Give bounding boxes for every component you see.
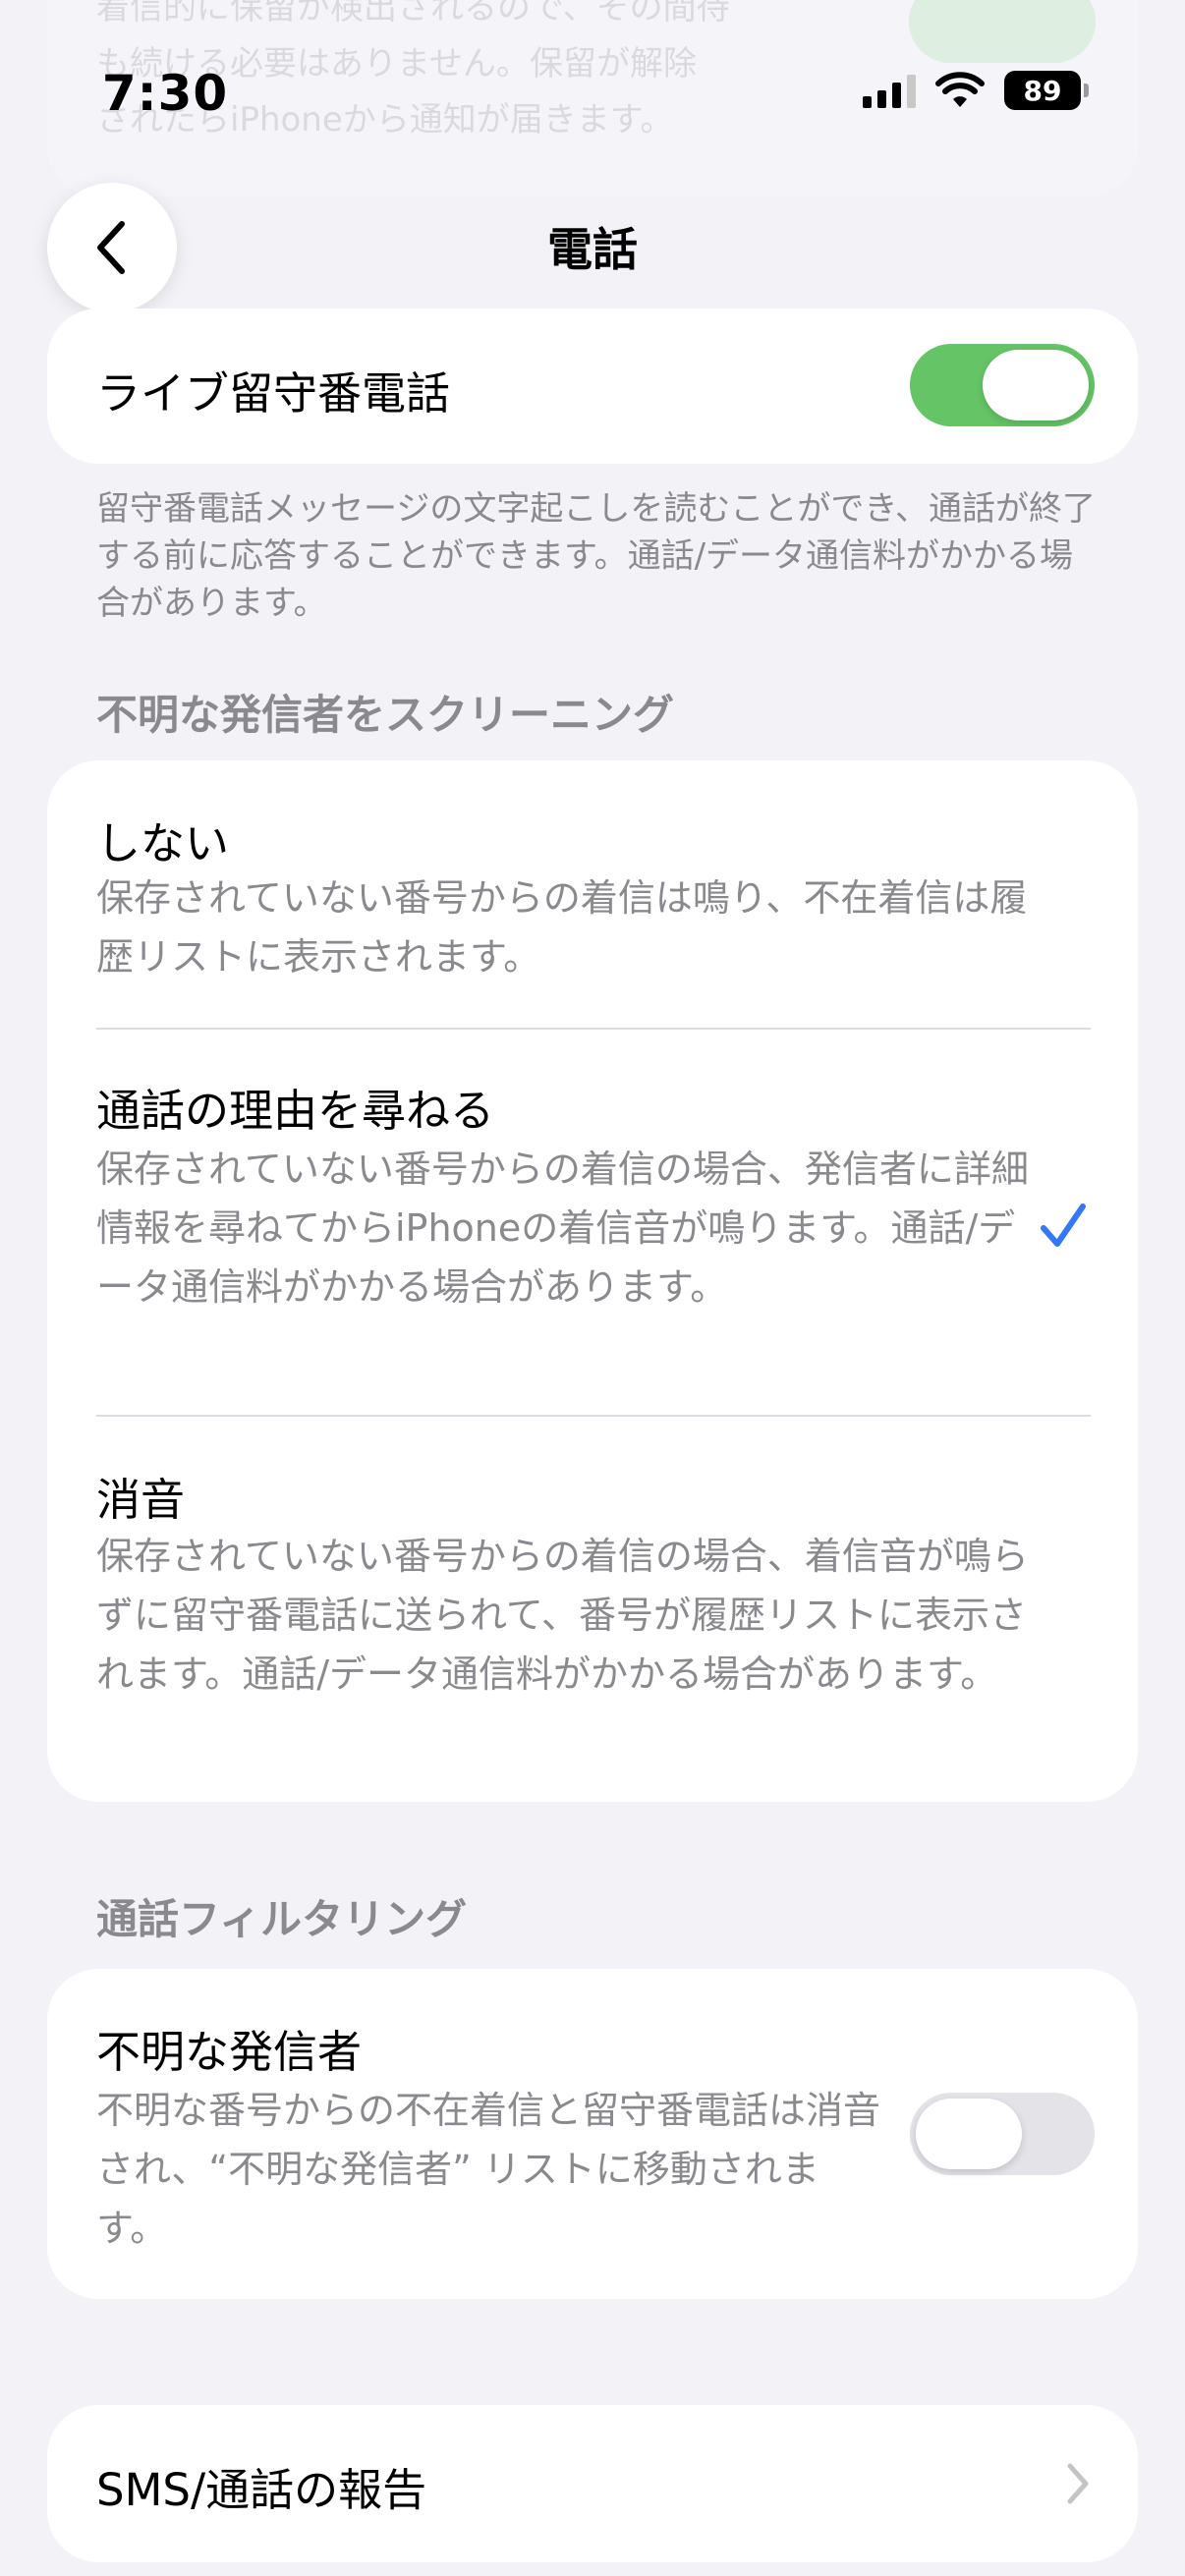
unknown-callers-description: 不明な番号からの不在着信と留守番電話は消音され、“不明な発信者” リストに移動さ… bbox=[96, 2089, 881, 2250]
cellular-signal-icon bbox=[863, 73, 916, 108]
option-description: 保存されていない番号からの着信の場合、着信音が鳴らずに留守番電話に送られて、番号… bbox=[96, 1535, 1029, 1696]
sms-report-label: SMS/通話の報告 bbox=[96, 2464, 427, 2516]
battery-icon: 89 bbox=[1004, 71, 1089, 110]
checkmark-icon bbox=[1041, 1204, 1086, 1247]
filtering-card: 不明な発信者 不明な番号からの不在着信と留守番電話は消音され、“不明な発信者” … bbox=[47, 1969, 1138, 2299]
option-description: 保存されていない番号からの着信の場合、発信者に詳細情報を尋ねてからiPhoneの… bbox=[96, 1148, 1029, 1309]
status-time: 7:30 bbox=[101, 65, 229, 122]
divider bbox=[96, 1415, 1091, 1417]
divider bbox=[96, 1028, 1091, 1030]
page-title: 電話 bbox=[547, 223, 638, 276]
sms-report-row[interactable]: SMS/通話の報告 bbox=[47, 2405, 1138, 2562]
option-description: 保存されていない番号からの着信は鳴り、不在着信は履歴リストに表示されます。 bbox=[96, 876, 1028, 979]
screening-section-header: 不明な発信者をスクリーニング bbox=[96, 691, 675, 739]
battery-level: 89 bbox=[1023, 74, 1062, 107]
option-title: しない bbox=[96, 817, 230, 869]
live-voicemail-footer: 留守番電話メッセージの文字起こしを読むことができ、通話が終了する前に応答すること… bbox=[96, 489, 1096, 623]
chevron-right-icon bbox=[1067, 2463, 1089, 2504]
chevron-left-icon bbox=[97, 221, 125, 274]
live-voicemail-card: ライブ留守番電話 bbox=[47, 308, 1138, 464]
unknown-callers-toggle[interactable] bbox=[910, 2093, 1095, 2175]
option-title: 消音 bbox=[96, 1474, 186, 1526]
back-button[interactable] bbox=[47, 183, 177, 312]
filtering-section-header: 通話フィルタリング bbox=[96, 1895, 468, 1943]
option-title: 通話の理由を尋ねる bbox=[96, 1085, 495, 1137]
unknown-callers-title: 不明な発信者 bbox=[96, 2026, 363, 2078]
status-icons: 89 bbox=[863, 71, 1089, 110]
live-voicemail-toggle[interactable] bbox=[910, 344, 1095, 426]
screening-card: しない 保存されていない番号からの着信は鳴り、不在着信は履歴リストに表示されます… bbox=[47, 760, 1138, 1802]
live-voicemail-label: ライブ留守番電話 bbox=[96, 367, 451, 420]
wifi-icon bbox=[935, 72, 985, 107]
scrolled-toggle-ghost bbox=[909, 0, 1096, 63]
